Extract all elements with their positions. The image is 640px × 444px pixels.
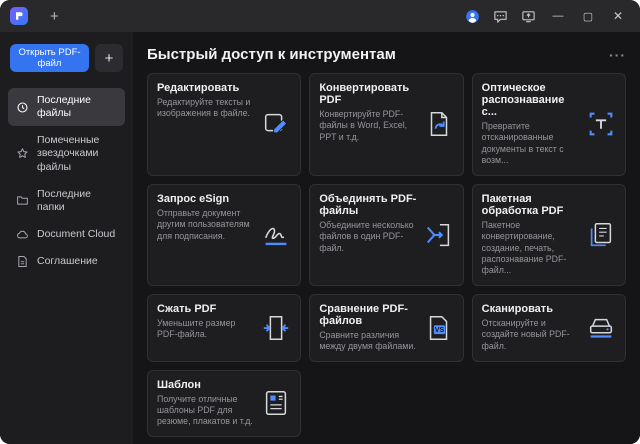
- compare-icon: VS: [424, 313, 454, 343]
- open-pdf-button[interactable]: Открыть PDF-файл: [10, 44, 89, 72]
- tool-card-esign[interactable]: Запрос eSign Отправьте документ другим п…: [147, 184, 301, 286]
- tool-title: Сравнение PDF-файлов: [319, 303, 417, 327]
- tool-title: Конвертировать PDF: [319, 82, 417, 106]
- tool-text: Оптическое распознавание с... Превратите…: [482, 82, 580, 167]
- sidebar-item-starred-files[interactable]: Помеченные звездочками файлы: [8, 128, 125, 179]
- merge-icon: [424, 220, 454, 250]
- edit-icon: [261, 109, 291, 139]
- sidebar-item-label: Последние папки: [37, 188, 117, 214]
- main-panel: Быстрый доступ к инструментам ··· Редакт…: [133, 32, 640, 444]
- tool-desc: Превратите отсканированные документы в т…: [482, 121, 580, 167]
- sidebar-nav: Последние файлы Помеченные звездочками ф…: [0, 88, 133, 274]
- tool-desc: Отправьте документ другим пользователям …: [157, 208, 255, 242]
- tool-desc: Сравните различия между двумя файлами.: [319, 330, 417, 353]
- maximize-button[interactable]: ▢: [576, 4, 600, 28]
- tool-desc: Отсканируйте и создайте новый PDF-файл.: [482, 318, 580, 352]
- star-icon: [16, 147, 30, 160]
- esign-icon: [261, 220, 291, 250]
- clock-icon: [16, 101, 30, 114]
- scan-icon: [586, 313, 616, 343]
- compress-icon: [261, 313, 291, 343]
- quick-access-header: Быстрый доступ к инструментам ···: [147, 46, 626, 63]
- tool-desc: Объедините несколько файлов в один PDF-ф…: [319, 220, 417, 254]
- minimize-button[interactable]: —: [546, 4, 570, 28]
- tool-desc: Получите отличные шаблоны PDF для резюме…: [157, 394, 255, 428]
- tool-card-compare-pdf[interactable]: Сравнение PDF-файлов Сравните различия м…: [309, 294, 463, 362]
- folder-icon: [16, 194, 30, 207]
- tool-title: Пакетная обработка PDF: [482, 193, 580, 217]
- sidebar-open-row: Открыть PDF-файл +: [0, 44, 133, 86]
- tool-card-scan[interactable]: Сканировать Отсканируйте и создайте новы…: [472, 294, 626, 362]
- tool-title: Сканировать: [482, 303, 580, 315]
- tool-card-edit[interactable]: Редактировать Редактируйте тексты и изоб…: [147, 73, 301, 176]
- svg-text:VS: VS: [434, 327, 444, 334]
- feedback-icon[interactable]: [488, 4, 512, 28]
- sidebar-item-label: Последние файлы: [37, 94, 117, 120]
- tool-text: Сравнение PDF-файлов Сравните различия м…: [319, 303, 417, 353]
- tool-text: Редактировать Редактируйте тексты и изоб…: [157, 82, 255, 167]
- share-screen-icon[interactable]: [516, 4, 540, 28]
- tool-title: Шаблон: [157, 379, 255, 391]
- more-button[interactable]: ···: [609, 47, 626, 63]
- sidebar-item-document-cloud[interactable]: Document Cloud: [8, 222, 125, 247]
- tool-text: Шаблон Получите отличные шаблоны PDF для…: [157, 379, 255, 428]
- tool-desc: Пакетное конвертирование, создание, печа…: [482, 220, 580, 277]
- tool-card-convert-pdf[interactable]: Конвертировать PDF Конвертируйте PDF-фай…: [309, 73, 463, 176]
- ocr-icon: [586, 109, 616, 139]
- tool-title: Оптическое распознавание с...: [482, 82, 580, 118]
- cloud-icon: [16, 228, 30, 241]
- convert-icon: [424, 109, 454, 139]
- tool-title: Запрос eSign: [157, 193, 255, 205]
- add-file-button[interactable]: +: [95, 44, 123, 72]
- tool-text: Пакетная обработка PDF Пакетное конверти…: [482, 193, 580, 277]
- tool-text: Сканировать Отсканируйте и создайте новы…: [482, 303, 580, 353]
- app-window: + — ▢ ✕ Открыть PDF-файл + Последние фай…: [0, 0, 640, 444]
- sidebar-item-label: Соглашение: [37, 255, 98, 268]
- sidebar-item-label: Помеченные звездочками файлы: [37, 134, 117, 173]
- tool-text: Запрос eSign Отправьте документ другим п…: [157, 193, 255, 277]
- titlebar: + — ▢ ✕: [0, 0, 640, 32]
- tool-title: Редактировать: [157, 82, 255, 94]
- sidebar-item-recent-files[interactable]: Последние файлы: [8, 88, 125, 126]
- tool-card-ocr[interactable]: Оптическое распознавание с... Превратите…: [472, 73, 626, 176]
- tools-grid: Редактировать Редактируйте тексты и изоб…: [147, 73, 626, 437]
- tool-card-template[interactable]: Шаблон Получите отличные шаблоны PDF для…: [147, 370, 301, 437]
- tool-desc: Уменьшите размер PDF-файла.: [157, 318, 255, 341]
- agreement-icon: [16, 255, 30, 268]
- quick-access-title: Быстрый доступ к инструментам: [147, 46, 609, 63]
- tool-title: Объединять PDF-файлы: [319, 193, 417, 217]
- tool-text: Объединять PDF-файлы Объедините нескольк…: [319, 193, 417, 277]
- tool-desc: Редактируйте тексты и изображения в файл…: [157, 97, 255, 120]
- batch-icon: [586, 220, 616, 250]
- sidebar-item-recent-folders[interactable]: Последние папки: [8, 182, 125, 220]
- template-icon: [261, 388, 291, 418]
- tool-card-compress-pdf[interactable]: Сжать PDF Уменьшите размер PDF-файла.: [147, 294, 301, 362]
- tool-desc: Конвертируйте PDF-файлы в Word, Excel, P…: [319, 109, 417, 143]
- tool-card-batch-pdf[interactable]: Пакетная обработка PDF Пакетное конверти…: [472, 184, 626, 286]
- app-logo-icon: [10, 7, 28, 25]
- account-avatar[interactable]: [460, 4, 484, 28]
- sidebar-item-label: Document Cloud: [37, 228, 115, 241]
- tool-title: Сжать PDF: [157, 303, 255, 315]
- new-tab-button[interactable]: +: [44, 7, 65, 26]
- tool-text: Конвертировать PDF Конвертируйте PDF-фай…: [319, 82, 417, 167]
- sidebar: Открыть PDF-файл + Последние файлы Помеч…: [0, 32, 133, 444]
- sidebar-item-agreement[interactable]: Соглашение: [8, 249, 125, 274]
- close-button[interactable]: ✕: [606, 4, 630, 28]
- tool-text: Сжать PDF Уменьшите размер PDF-файла.: [157, 303, 255, 353]
- tool-card-merge-pdf[interactable]: Объединять PDF-файлы Объедините нескольк…: [309, 184, 463, 286]
